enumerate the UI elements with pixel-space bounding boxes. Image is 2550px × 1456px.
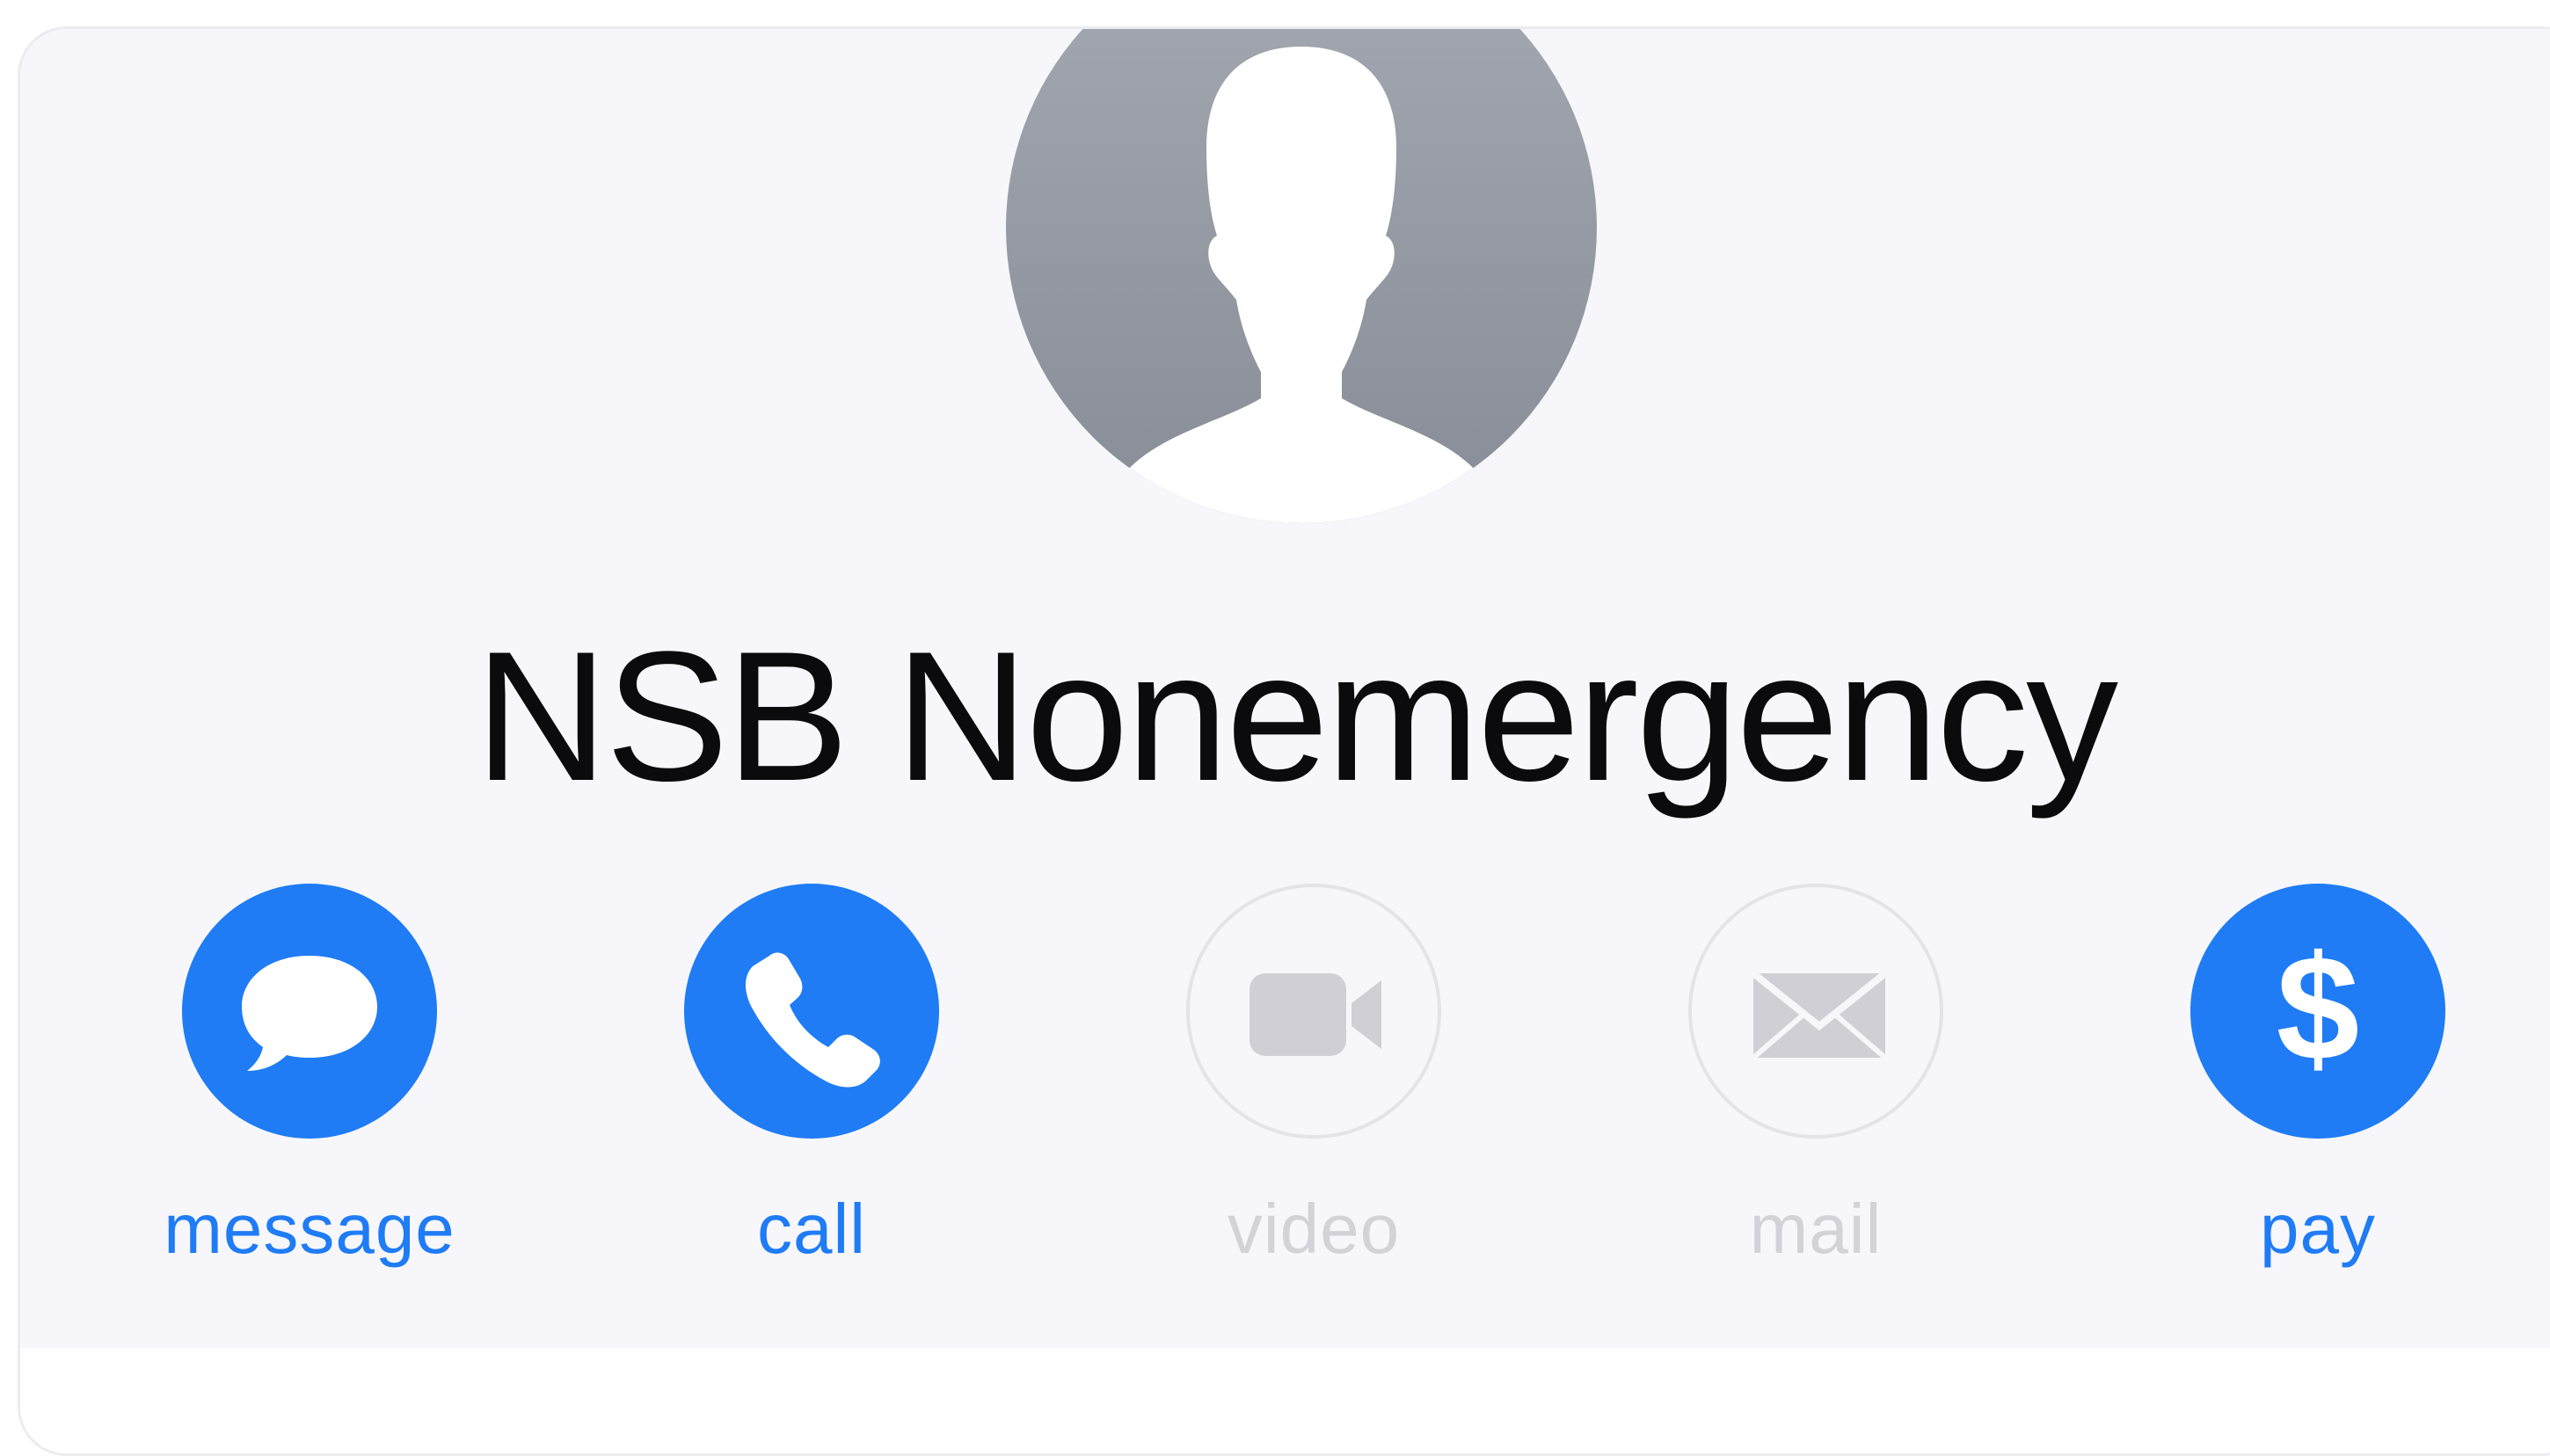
person-silhouette-icon: [1006, 29, 1597, 523]
speech-bubble-icon: [242, 956, 377, 1071]
message-button-circle[interactable]: [182, 884, 437, 1139]
dollar-icon: $: [2277, 925, 2360, 1092]
mail-button-circle[interactable]: [1688, 884, 1943, 1139]
call-label: call: [756, 1190, 867, 1268]
mail-label: mail: [1749, 1190, 1883, 1268]
mail-button[interactable]: mail: [1640, 855, 1992, 1295]
avatar[interactable]: [1006, 29, 1597, 523]
video-label: video: [1227, 1190, 1401, 1268]
pay-button[interactable]: $ pay: [2142, 855, 2494, 1295]
contact-header: NSB Nonemergency message call video mail…: [20, 29, 2550, 1348]
call-button-circle[interactable]: [684, 884, 939, 1139]
pay-button-circle[interactable]: $: [2190, 884, 2445, 1139]
contact-card: NSB Nonemergency message call video mail…: [18, 26, 2550, 1456]
video-button[interactable]: video: [1138, 855, 1490, 1295]
phone-icon: [745, 952, 880, 1088]
video-camera-icon: [1250, 973, 1381, 1056]
message-label: message: [164, 1190, 455, 1268]
card-footer: [20, 1348, 2550, 1453]
svg-text:$: $: [2277, 925, 2360, 1092]
contact-name: NSB Nonemergency: [474, 613, 2118, 819]
envelope-icon: [1751, 970, 1888, 1060]
pay-label: pay: [2260, 1190, 2376, 1268]
call-button[interactable]: call: [636, 855, 987, 1295]
video-button-circle[interactable]: [1186, 884, 1441, 1139]
message-button[interactable]: message: [134, 855, 485, 1295]
